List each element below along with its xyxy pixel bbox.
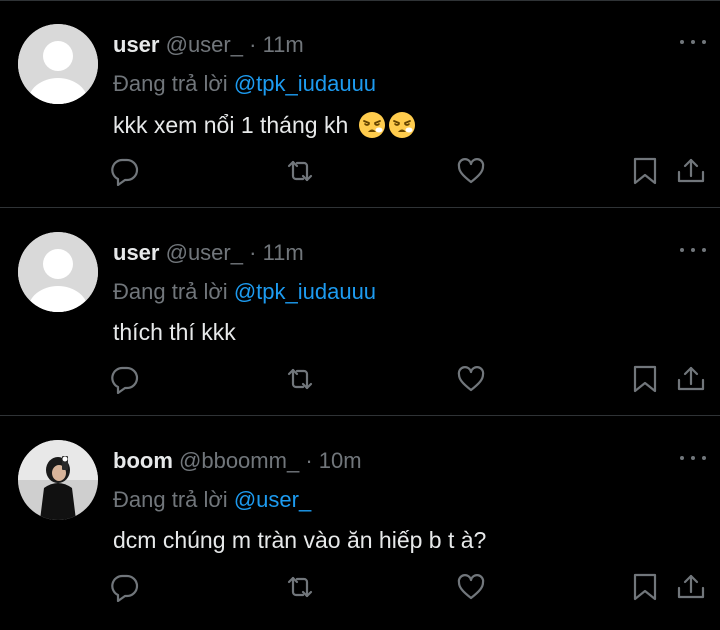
reply-icon[interactable]	[110, 572, 140, 602]
reply-icon[interactable]	[110, 364, 140, 394]
tired-face-emoji	[389, 112, 416, 138]
display-name[interactable]: user	[113, 32, 159, 57]
bookmark-icon[interactable]	[630, 364, 660, 394]
share-icon[interactable]	[676, 156, 706, 186]
tweet[interactable]: user @user_ · 11m Đang trả lời @tpk_iuda…	[0, 2, 720, 208]
tired-face-emoji	[359, 112, 386, 138]
more-icon[interactable]	[680, 240, 706, 260]
tweet-header: user @user_ · 11m	[113, 32, 304, 58]
avatar[interactable]	[18, 232, 98, 312]
display-name[interactable]: user	[113, 240, 159, 265]
retweet-icon[interactable]	[285, 572, 315, 602]
tweet-body: thích thí kkk	[113, 319, 236, 345]
like-icon[interactable]	[456, 156, 486, 186]
tweet[interactable]: boom @bboomm_ · 10m Đang trả lời @user_ …	[0, 418, 720, 624]
tweet-body: dcm chúng m tràn vào ăn hiếp b t à?	[113, 527, 487, 553]
separator: ·	[305, 448, 313, 473]
reply-mention[interactable]: @user_	[234, 487, 311, 512]
share-icon[interactable]	[676, 572, 706, 602]
tweet-text: kkk xem nổi 1 tháng kh	[113, 111, 416, 139]
separator: ·	[249, 240, 257, 265]
timestamp[interactable]: 11m	[263, 32, 304, 57]
reply-icon[interactable]	[110, 156, 140, 186]
tweet-text: thích thí kkk	[113, 319, 236, 346]
tweet-header: user @user_ · 11m	[113, 240, 304, 266]
reply-prefix: Đang trả lời	[113, 71, 228, 96]
tweet[interactable]: user @user_ · 11m Đang trả lời @tpk_iuda…	[0, 210, 720, 416]
tweet-body: kkk xem nổi 1 tháng kh	[113, 111, 349, 138]
user-handle[interactable]: @user_	[166, 32, 243, 57]
like-icon[interactable]	[456, 572, 486, 602]
more-icon[interactable]	[680, 448, 706, 468]
avatar[interactable]	[18, 440, 98, 520]
reply-prefix: Đang trả lời	[113, 487, 228, 512]
reply-mention[interactable]: @tpk_iudauuu	[234, 279, 376, 304]
user-handle[interactable]: @user_	[166, 240, 243, 265]
more-icon[interactable]	[680, 32, 706, 52]
share-icon[interactable]	[676, 364, 706, 394]
reply-context: Đang trả lời @tpk_iudauuu	[113, 71, 376, 97]
separator: ·	[249, 32, 257, 57]
avatar[interactable]	[18, 24, 98, 104]
display-name[interactable]: boom	[113, 448, 173, 473]
reply-context: Đang trả lời @user_	[113, 487, 311, 513]
timestamp[interactable]: 11m	[263, 240, 304, 265]
bookmark-icon[interactable]	[630, 572, 660, 602]
user-handle[interactable]: @bboomm_	[179, 448, 299, 473]
timestamp[interactable]: 10m	[319, 448, 362, 473]
retweet-icon[interactable]	[285, 364, 315, 394]
like-icon[interactable]	[456, 364, 486, 394]
tweet-header: boom @bboomm_ · 10m	[113, 448, 362, 474]
retweet-icon[interactable]	[285, 156, 315, 186]
tweet-text: dcm chúng m tràn vào ăn hiếp b t à?	[113, 527, 486, 554]
bookmark-icon[interactable]	[630, 156, 660, 186]
top-divider	[0, 0, 720, 1]
reply-mention[interactable]: @tpk_iudauuu	[234, 71, 376, 96]
reply-context: Đang trả lời @tpk_iudauuu	[113, 279, 376, 305]
reply-prefix: Đang trả lời	[113, 279, 228, 304]
